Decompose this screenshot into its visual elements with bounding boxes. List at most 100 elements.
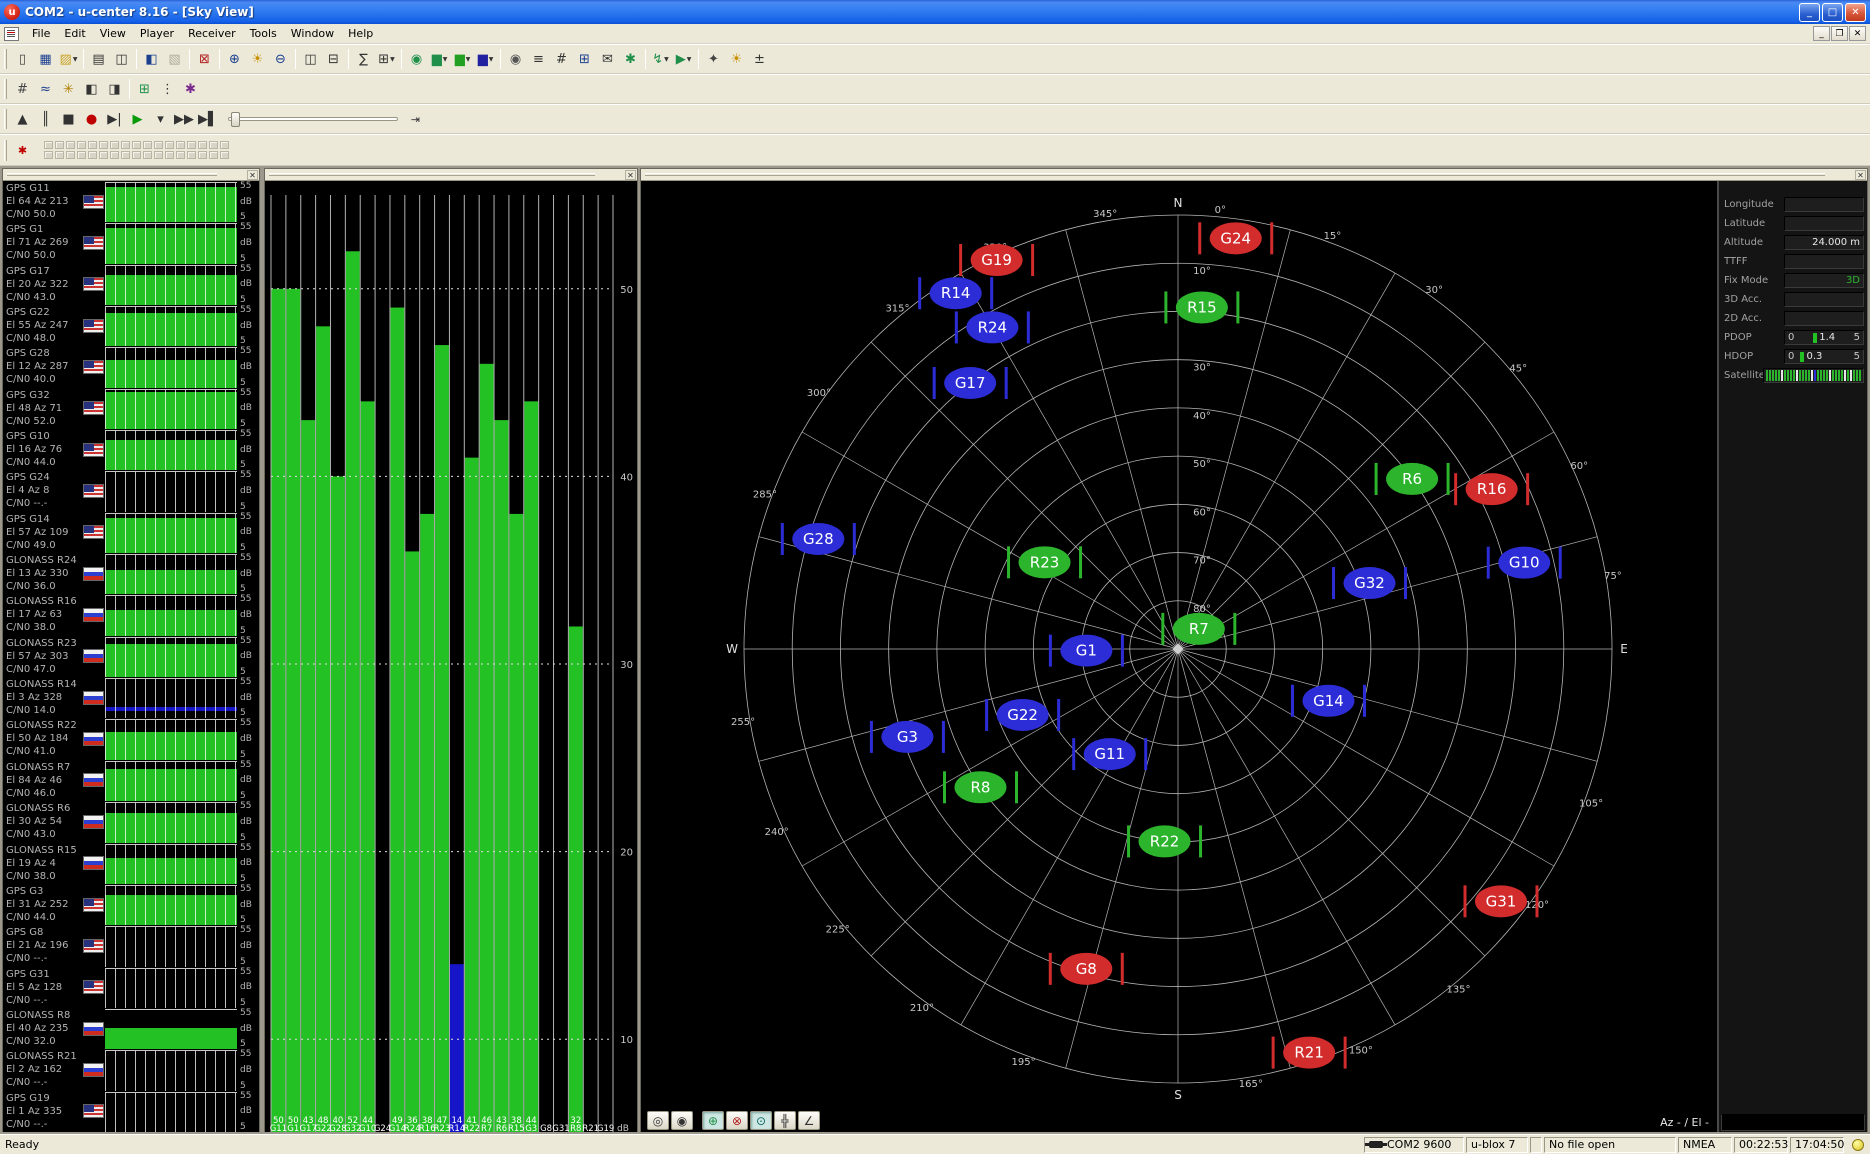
binary-console-icon[interactable]: # (550, 48, 573, 70)
docked-toolbar-slot[interactable] (121, 141, 130, 149)
tile-vertical-icon[interactable]: ⊟ (322, 48, 345, 70)
column-list-icon[interactable]: ⋮ (156, 78, 179, 100)
menu-item-view[interactable]: View (93, 25, 133, 42)
sky-colors-icon[interactable]: ☀ (725, 48, 748, 70)
toolbar-grip[interactable] (4, 109, 7, 129)
play-button[interactable]: ▶ (126, 108, 149, 130)
sat-marker-icon[interactable]: ⊙ (750, 1111, 772, 1130)
docked-toolbar-slot[interactable] (55, 151, 64, 159)
menu-item-tools[interactable]: Tools (243, 25, 284, 42)
chart-dropdown-icon[interactable]: ▆▼ (428, 48, 451, 70)
docked-toolbar-slot[interactable] (143, 141, 152, 149)
configure-view-icon[interactable]: ✱ (619, 48, 642, 70)
new-file-icon[interactable]: ▯ (11, 48, 34, 70)
elevation-axis-icon[interactable]: ∠ (798, 1111, 820, 1130)
chart-green-dropdown-icon[interactable]: ▆▼ (451, 48, 474, 70)
docked-toolbar-slot[interactable] (165, 141, 174, 149)
docked-toolbar-slot[interactable] (121, 151, 130, 159)
zoom-in-icon[interactable]: ⊕ (223, 48, 246, 70)
docked-toolbar-slot[interactable] (165, 151, 174, 159)
menu-item-file[interactable]: File (25, 25, 57, 42)
messages-view-icon[interactable]: ✉ (596, 48, 619, 70)
mdi-close-button[interactable]: ✕ (1849, 26, 1866, 41)
docked-toolbar-slot[interactable] (77, 151, 86, 159)
docked-toolbar-slot[interactable] (198, 151, 207, 159)
toolbar-grip[interactable] (4, 79, 7, 99)
text-console-icon[interactable]: ≡ (527, 48, 550, 70)
close-icon[interactable]: ✕ (247, 170, 258, 180)
polar-donut-icon[interactable]: ◉ (671, 1111, 693, 1130)
docked-toolbar-slot[interactable] (88, 141, 97, 149)
menu-item-help[interactable]: Help (341, 25, 380, 42)
menu-item-receiver[interactable]: Receiver (181, 25, 243, 42)
map-globe-icon[interactable]: ⊕ (702, 1111, 724, 1130)
step-button[interactable]: ▶| (103, 108, 126, 130)
polar-rings-icon[interactable]: ◎ (647, 1111, 669, 1130)
docked-toolbar-slot[interactable] (198, 141, 207, 149)
close-icon[interactable]: ✕ (1855, 170, 1866, 180)
dot-matrix-icon[interactable]: # (11, 78, 34, 100)
print-icon[interactable]: ▤ (87, 48, 110, 70)
wnes-compass-icon[interactable]: ╬ (774, 1111, 796, 1130)
statistics-icon[interactable]: ∑ (352, 48, 375, 70)
docked-toolbar-slot[interactable] (187, 151, 196, 159)
docked-toolbar-slot[interactable] (66, 141, 75, 149)
connect-dropdown-icon[interactable]: ↯▼ (649, 48, 672, 70)
record-button[interactable]: ● (80, 108, 103, 130)
docked-toolbar-slot[interactable] (154, 151, 163, 159)
toolbar-grip[interactable] (4, 49, 7, 69)
docked-toolbar-slot[interactable] (77, 141, 86, 149)
tools-icon[interactable]: ✦ (702, 48, 725, 70)
dock-right-icon[interactable]: ◨ (103, 78, 126, 100)
docked-toolbar-slot[interactable] (110, 141, 119, 149)
compass-rose-icon[interactable]: ⊗ (726, 1111, 748, 1130)
waveform-icon[interactable]: ≈ (34, 78, 57, 100)
play-dropdown[interactable]: ▾ (149, 108, 172, 130)
mdi-minimize-button[interactable]: _ (1813, 26, 1830, 41)
table-view-icon[interactable]: ⊞ (573, 48, 596, 70)
balance-icon[interactable]: ± (748, 48, 771, 70)
menu-item-edit[interactable]: Edit (57, 25, 92, 42)
mdi-restore-button[interactable]: ❐ (1831, 26, 1848, 41)
docked-toolbar-slot[interactable] (99, 151, 108, 159)
docked-toolbar-slot[interactable] (220, 141, 229, 149)
stop-button[interactable]: ■ (57, 108, 80, 130)
save-icon[interactable]: ▦ (34, 48, 57, 70)
docked-toolbar-slot[interactable] (99, 141, 108, 149)
baudrate-dropdown-icon[interactable]: ▶▼ (672, 48, 695, 70)
docked-toolbar-slot[interactable] (209, 141, 218, 149)
print-preview-icon[interactable]: ◫ (110, 48, 133, 70)
playback-slider[interactable] (228, 117, 398, 121)
menu-item-player[interactable]: Player (133, 25, 181, 42)
docked-toolbar-slot[interactable] (66, 151, 75, 159)
slider-end-button[interactable]: ⇥ (404, 108, 427, 130)
tile-horizontal-icon[interactable]: ◫ (299, 48, 322, 70)
docked-toolbar-slot[interactable] (132, 151, 141, 159)
gear-grid-icon[interactable]: ✱ (179, 78, 202, 100)
docked-toolbar-slot[interactable] (176, 151, 185, 159)
paste-icon[interactable]: ▧ (163, 48, 186, 70)
playback-slider-thumb[interactable] (231, 112, 240, 127)
docked-toolbar-slot[interactable] (176, 141, 185, 149)
map-view-icon[interactable]: ◉ (405, 48, 428, 70)
docked-toolbar-slot[interactable] (44, 141, 53, 149)
docked-toolbar-slot[interactable] (55, 141, 64, 149)
packet-stats-icon[interactable]: ✳ (57, 78, 80, 100)
table-dropdown-icon[interactable]: ⊞▼ (375, 48, 398, 70)
open-dropdown-icon[interactable]: ▨▼ (57, 48, 80, 70)
docked-toolbar-slot[interactable] (209, 151, 218, 159)
docked-toolbar-slot[interactable] (88, 151, 97, 159)
favorite-messages-button[interactable]: ✱ (11, 139, 34, 161)
dock-left-icon[interactable]: ◧ (80, 78, 103, 100)
fast-forward-button[interactable]: ▶▶ (172, 108, 196, 130)
maximize-button[interactable]: □ (1822, 3, 1843, 22)
docked-toolbar-slot[interactable] (132, 141, 141, 149)
docked-toolbar-slot[interactable] (154, 141, 163, 149)
close-icon[interactable]: ✕ (625, 170, 636, 180)
message-grid-icon[interactable]: ⊞ (133, 78, 156, 100)
day-night-icon[interactable]: ☀ (246, 48, 269, 70)
eject-button[interactable]: ▲ (11, 108, 34, 130)
docked-toolbar-slot[interactable] (220, 151, 229, 159)
docked-toolbar-slot[interactable] (44, 151, 53, 159)
toolbar-grip[interactable] (4, 140, 7, 161)
